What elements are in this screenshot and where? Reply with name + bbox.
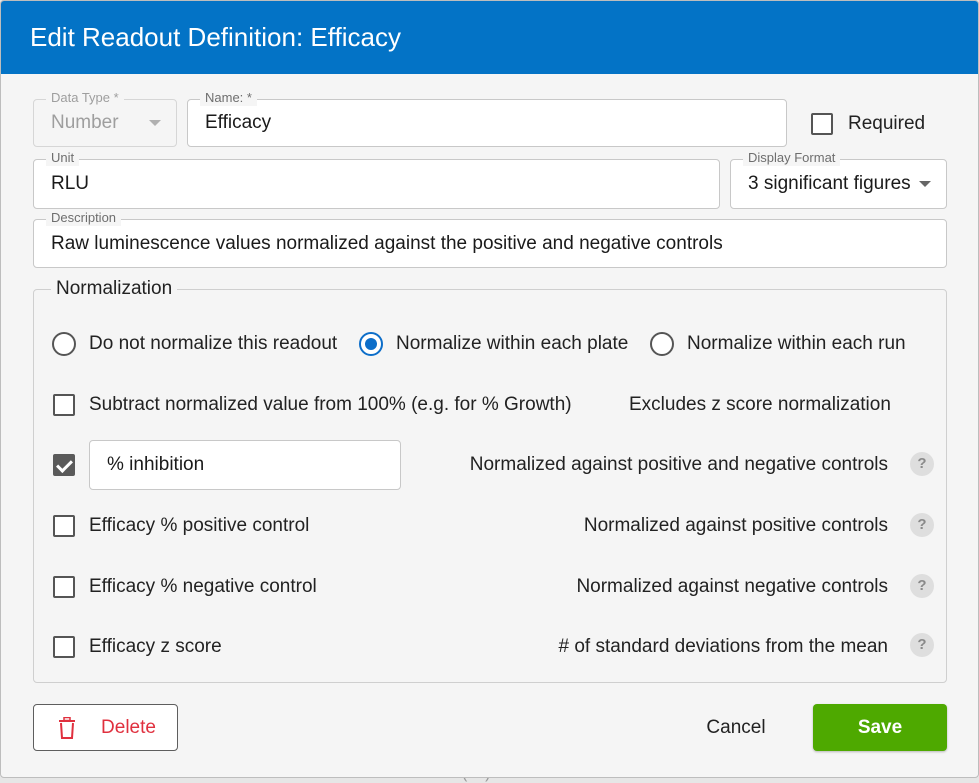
- help-icon[interactable]: ?: [910, 574, 934, 598]
- trash-icon: [59, 717, 75, 739]
- chevron-down-icon: [919, 181, 931, 187]
- description-value: Raw luminescence values normalized again…: [51, 232, 723, 254]
- name-value: Efficacy: [205, 112, 272, 133]
- normalization-legend: Normalization: [51, 277, 178, 301]
- negative-control-label[interactable]: Efficacy % negative control: [89, 575, 317, 599]
- delete-label: Delete: [101, 716, 156, 738]
- radio-normalize-plate[interactable]: [359, 332, 383, 356]
- display-format-value: 3 significant figures: [748, 173, 911, 194]
- help-icon[interactable]: ?: [910, 513, 934, 537]
- delete-button[interactable]: Delete: [33, 704, 178, 751]
- subtract-label[interactable]: Subtract normalized value from 100% (e.g…: [89, 393, 572, 417]
- data-type-select: Data Type * Number: [33, 90, 177, 147]
- display-format-select[interactable]: Display Format 3 significant figures: [730, 150, 947, 209]
- description-field[interactable]: Description Raw luminescence values norm…: [33, 210, 947, 268]
- inhibition-value: % inhibition: [107, 454, 205, 475]
- save-button[interactable]: Save: [813, 704, 947, 751]
- dialog-title: Edit Readout Definition: Efficacy: [1, 1, 978, 74]
- radio-no-normalize-label[interactable]: Do not normalize this readout: [89, 332, 337, 356]
- radio-no-normalize[interactable]: [52, 332, 76, 356]
- negative-control-checkbox[interactable]: [53, 576, 75, 598]
- negative-control-description: Normalized against negative controls: [576, 576, 888, 597]
- radio-normalize-run-label[interactable]: Normalize within each run: [687, 332, 906, 356]
- help-icon[interactable]: ?: [910, 452, 934, 476]
- unit-field[interactable]: Unit RLU: [33, 150, 720, 209]
- z-score-label[interactable]: Efficacy z score: [89, 635, 222, 659]
- z-score-description: # of standard deviations from the mean: [558, 636, 888, 657]
- chevron-down-icon: [149, 120, 161, 126]
- subtract-checkbox[interactable]: [53, 394, 75, 416]
- positive-control-description: Normalized against positive controls: [583, 515, 888, 536]
- edit-readout-dialog: Edit Readout Definition: Efficacy Data T…: [0, 0, 979, 778]
- help-icon[interactable]: ?: [910, 633, 934, 657]
- data-type-value: Number: [51, 112, 119, 133]
- required-checkbox[interactable]: [811, 113, 833, 135]
- inhibition-input[interactable]: % inhibition: [89, 440, 401, 490]
- required-label[interactable]: Required: [848, 112, 925, 136]
- positive-control-label[interactable]: Efficacy % positive control: [89, 514, 309, 538]
- name-field[interactable]: Name: * Efficacy: [187, 90, 787, 147]
- z-score-checkbox[interactable]: [53, 636, 75, 658]
- unit-value: RLU: [51, 173, 90, 194]
- radio-normalize-run[interactable]: [650, 332, 674, 356]
- subtract-note: Excludes z score normalization: [629, 394, 891, 415]
- cancel-button[interactable]: Cancel: [691, 704, 781, 751]
- positive-control-checkbox[interactable]: [53, 515, 75, 537]
- inhibition-description: Normalized against positive and negative…: [469, 454, 888, 475]
- radio-normalize-plate-label[interactable]: Normalize within each plate: [396, 332, 628, 356]
- inhibition-checkbox[interactable]: [53, 454, 75, 476]
